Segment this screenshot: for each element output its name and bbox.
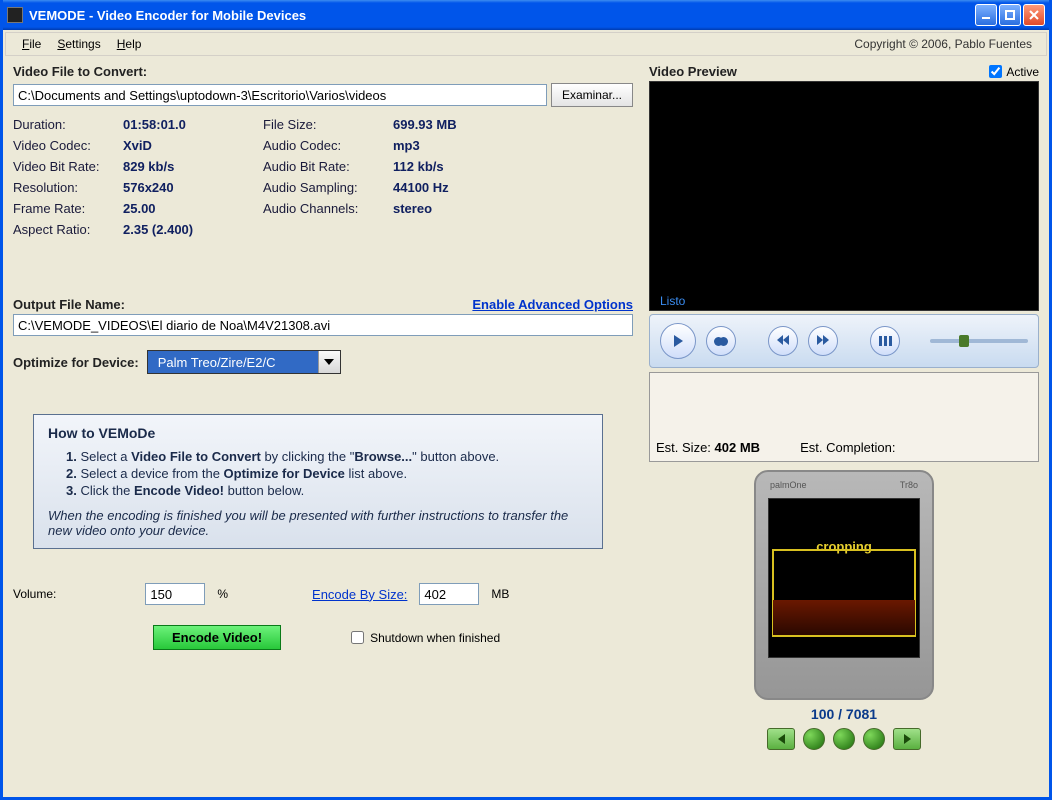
- dropdown-arrow-icon[interactable]: [318, 351, 340, 373]
- abitrate-value: 112 kb/s: [393, 159, 533, 174]
- volume-button[interactable]: [870, 326, 900, 356]
- vbitrate-label: Video Bit Rate:: [13, 159, 123, 174]
- preview-label: Video Preview: [649, 64, 737, 79]
- howto-step-1: 1. Select a Video File to Convert by cli…: [66, 449, 588, 464]
- encode-by-size-input[interactable]: [419, 583, 479, 605]
- rewind-button[interactable]: [768, 326, 798, 356]
- resolution-label: Resolution:: [13, 180, 123, 195]
- prev-frame-button[interactable]: [767, 728, 795, 750]
- optimize-device-select[interactable]: Palm Treo/Zire/E2/C: [147, 350, 341, 374]
- volume-slider[interactable]: [930, 339, 1028, 343]
- asampling-label: Audio Sampling:: [263, 180, 393, 195]
- menu-file[interactable]: File: [14, 35, 49, 53]
- menubar: File Settings Help Copyright © 2006, Pab…: [5, 32, 1047, 56]
- encode-by-size-unit: MB: [491, 587, 509, 601]
- maximize-button[interactable]: [999, 4, 1021, 26]
- browse-button[interactable]: Examinar...: [551, 83, 633, 107]
- estimate-panel: Est. Size: 402 MB Est. Completion:: [649, 372, 1039, 462]
- vbitrate-value: 829 kb/s: [123, 159, 263, 174]
- duration-value: 01:58:01.0: [123, 117, 263, 132]
- encode-progress: 100 / 7081: [811, 706, 877, 722]
- duration-label: Duration:: [13, 117, 123, 132]
- volume-input[interactable]: [145, 583, 205, 605]
- shutdown-checkbox-label[interactable]: Shutdown when finished: [351, 631, 500, 645]
- menu-help[interactable]: Help: [109, 35, 150, 53]
- aspectratio-label: Aspect Ratio:: [13, 222, 123, 237]
- achannels-value: stereo: [393, 201, 533, 216]
- player-controls: [649, 314, 1039, 368]
- crop-orb-1[interactable]: [803, 728, 825, 750]
- filesize-value: 699.93 MB: [393, 117, 533, 132]
- acodec-value: mp3: [393, 138, 533, 153]
- aspectratio-value: 2.35 (2.400): [123, 222, 263, 237]
- optimize-selected-value: Palm Treo/Zire/E2/C: [148, 351, 318, 373]
- active-checkbox-label[interactable]: Active: [989, 65, 1039, 79]
- minimize-button[interactable]: [975, 4, 997, 26]
- volume-unit: %: [217, 587, 228, 601]
- framerate-label: Frame Rate:: [13, 201, 123, 216]
- encode-by-size-label[interactable]: Encode By Size:: [312, 587, 407, 602]
- resolution-value: 576x240: [123, 180, 263, 195]
- copyright-text: Copyright © 2006, Pablo Fuentes: [854, 37, 1038, 51]
- play-button[interactable]: [660, 323, 696, 359]
- input-path-field[interactable]: [13, 84, 547, 106]
- howto-step-2: 2. Select a device from the Optimize for…: [66, 466, 588, 481]
- device-brand: palmOne: [770, 480, 807, 490]
- output-label: Output File Name:: [13, 297, 125, 312]
- abitrate-label: Audio Bit Rate:: [263, 159, 393, 174]
- preview-status: Listo: [660, 294, 685, 308]
- est-size-label: Est. Size:: [656, 440, 711, 455]
- asampling-value: 44100 Hz: [393, 180, 533, 195]
- output-path-field[interactable]: [13, 314, 633, 336]
- app-icon: [7, 7, 23, 23]
- optimize-label: Optimize for Device:: [13, 355, 139, 370]
- stop-button[interactable]: [706, 326, 736, 356]
- shutdown-checkbox[interactable]: [351, 631, 364, 644]
- acodec-label: Audio Codec:: [263, 138, 393, 153]
- menu-settings[interactable]: Settings: [49, 35, 108, 53]
- vcodec-value: XviD: [123, 138, 263, 153]
- encode-video-button[interactable]: Encode Video!: [153, 625, 281, 650]
- device-mockup: palmOne Tr8o cropping: [754, 470, 934, 700]
- input-section-label: Video File to Convert:: [13, 64, 633, 79]
- video-preview: Listo: [649, 81, 1039, 311]
- advanced-options-link[interactable]: Enable Advanced Options: [472, 297, 633, 312]
- vcodec-label: Video Codec:: [13, 138, 123, 153]
- next-frame-button[interactable]: [893, 728, 921, 750]
- est-completion-label: Est. Completion:: [800, 440, 895, 455]
- howto-title: How to VEMoDe: [48, 425, 588, 441]
- filesize-label: File Size:: [263, 117, 393, 132]
- titlebar: VEMODE - Video Encoder for Mobile Device…: [3, 0, 1049, 30]
- howto-panel: How to VEMoDe 1. Select a Video File to …: [33, 414, 603, 549]
- crop-orb-2[interactable]: [833, 728, 855, 750]
- window-title: VEMODE - Video Encoder for Mobile Device…: [29, 8, 975, 23]
- achannels-label: Audio Channels:: [263, 201, 393, 216]
- volume-label: Volume:: [13, 587, 56, 601]
- framerate-value: 25.00: [123, 201, 263, 216]
- close-button[interactable]: [1023, 4, 1045, 26]
- active-checkbox[interactable]: [989, 65, 1002, 78]
- device-model: Tr8o: [900, 480, 918, 490]
- fastforward-button[interactable]: [808, 326, 838, 356]
- howto-note: When the encoding is finished you will b…: [48, 508, 588, 538]
- est-size-value: 402 MB: [715, 440, 761, 455]
- crop-orb-3[interactable]: [863, 728, 885, 750]
- device-screen: cropping: [768, 498, 920, 658]
- howto-step-3: 3. Click the Encode Video! button below.: [66, 483, 588, 498]
